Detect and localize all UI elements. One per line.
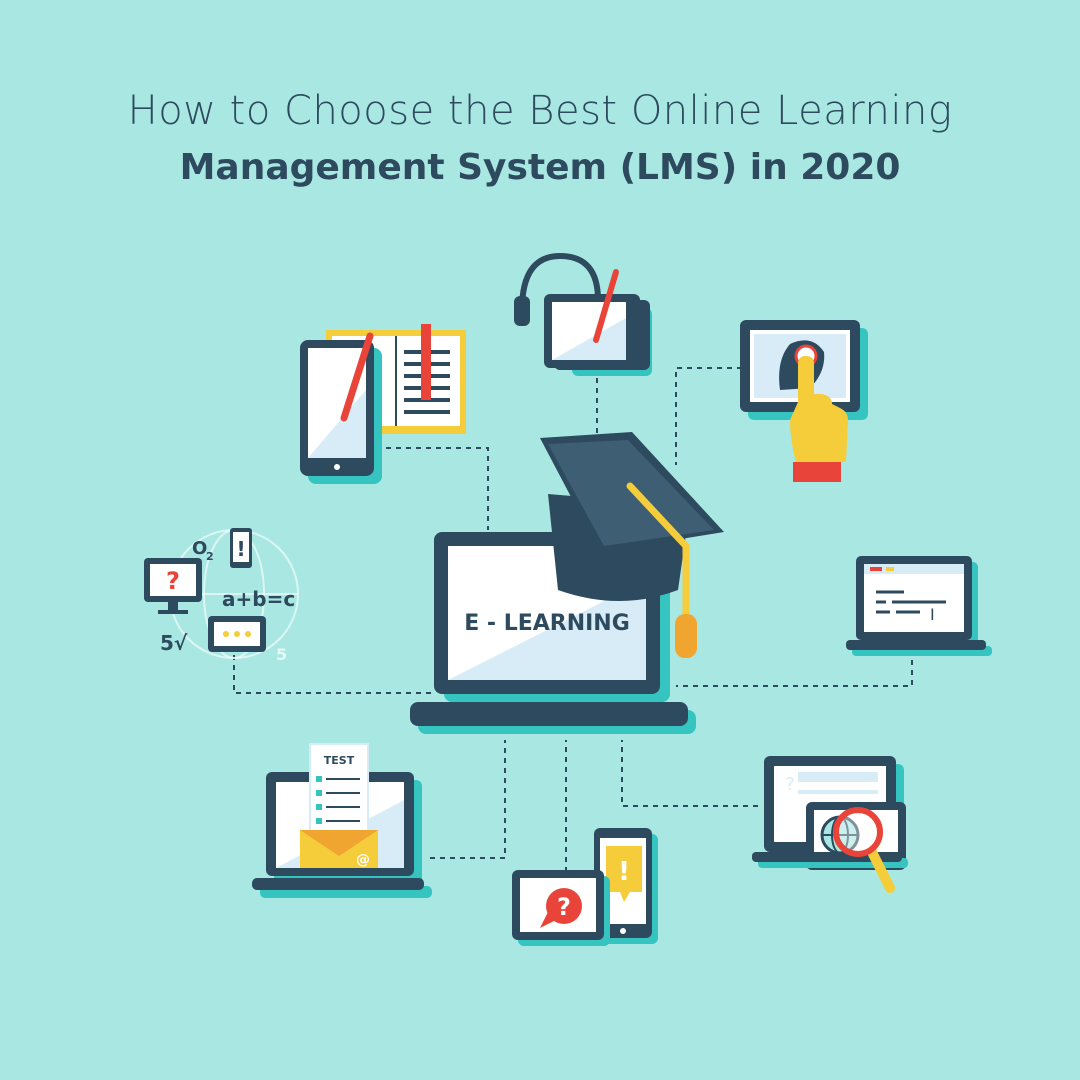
- question-bubble-text: ?: [557, 893, 571, 921]
- at-sign-text: @: [356, 852, 370, 868]
- question-mark-monitor: ?: [166, 567, 180, 595]
- test-email-laptop-icon: TEST @: [252, 743, 432, 898]
- code-laptop-icon: I: [846, 556, 992, 656]
- tablet-hand-icon: [740, 320, 868, 482]
- test-sheet-label: TEST: [324, 754, 355, 767]
- formula-globe-icon: ? ! O 2 a+b=c 5√ 5: [144, 528, 299, 664]
- exclamation-phone-text: !: [236, 537, 245, 561]
- headphones-tablet-icon: [514, 252, 652, 376]
- formula-root-text: 5√: [160, 631, 188, 655]
- text-cursor-icon: I: [930, 605, 935, 624]
- formula-five-text: 5: [276, 645, 287, 664]
- formula-abc-text: a+b=c: [222, 587, 295, 611]
- question-mark-monitor-2: ?: [785, 774, 795, 795]
- exclamation-bubble-text: !: [618, 857, 630, 887]
- chat-tablets-icon: ! ?: [512, 828, 658, 946]
- e-learning-illustration: E - LEARNING ? ! O 2 a+b=c 5√ 5 I TEST @…: [144, 252, 992, 946]
- center-screen-text: E - LEARNING: [464, 611, 630, 636]
- canvas: How to Choose the Best Online Learning M…: [0, 0, 1080, 1080]
- book-tablet-icon: [300, 324, 466, 484]
- formula-o2-subscript: 2: [206, 550, 214, 563]
- search-monitor-icon: ?: [752, 756, 908, 893]
